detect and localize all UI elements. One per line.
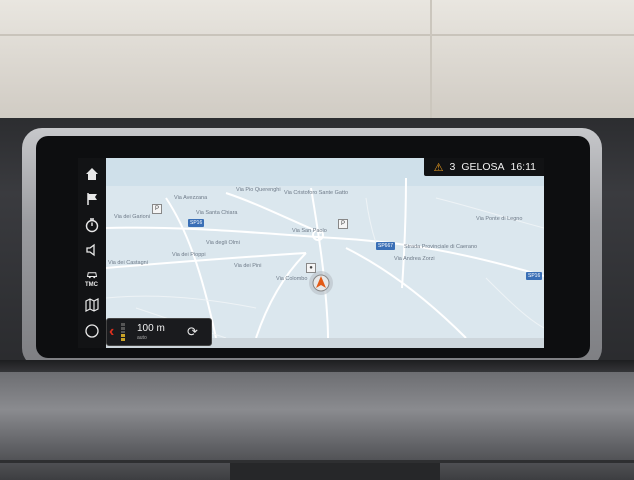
road-shield: SP667	[376, 242, 396, 250]
parking-icon: P	[338, 219, 348, 229]
map-street-label: Via dei Pini	[234, 263, 262, 269]
wall-seam	[430, 0, 432, 125]
map-view[interactable]: Via Avezzana Via Pio Querenghi Via Crist…	[106, 158, 544, 338]
map-icon[interactable]	[82, 295, 102, 315]
timer-icon[interactable]	[82, 215, 102, 235]
navigation-screen: TMC Via Avezzana Via Pio Querenghi Via C…	[78, 158, 544, 348]
parking-icon: P	[152, 204, 162, 214]
road-shield: SP16	[526, 272, 543, 280]
map-street-label: Via Pio Querenghi	[236, 187, 281, 193]
dashboard-vent	[230, 463, 440, 480]
map-sync-icon[interactable]: ⟳	[187, 324, 198, 340]
wall-seam	[0, 34, 634, 36]
tmc-label: TMC	[85, 282, 98, 288]
map-street-label: Via Colombo	[276, 276, 308, 282]
voice-volume-icon[interactable]	[82, 240, 102, 260]
warning-icon[interactable]: ⚠	[434, 161, 444, 174]
compass-icon[interactable]	[82, 321, 102, 341]
map-street-label: Via dei Garioni	[114, 214, 150, 220]
tmc-traffic-icon[interactable]: TMC	[82, 265, 102, 288]
map-roads	[106, 158, 544, 338]
background-wall	[0, 0, 634, 125]
map-street-label: Via Ponte di Legno	[476, 216, 523, 222]
map-street-label: Via Avezzana	[174, 195, 208, 201]
road-shield: SP16	[188, 219, 205, 227]
map-street-label: Via dei Castagni	[108, 260, 148, 266]
dealer-icon: ●	[306, 263, 316, 273]
map-street-label: Via Santa Chiara	[196, 210, 238, 216]
map-street-label: Via Cristoforo Sante Gatto	[284, 190, 349, 196]
home-icon[interactable]	[82, 164, 102, 184]
sidebar: TMC	[78, 158, 106, 348]
zoom-level-indicator	[121, 323, 125, 341]
map-street-label: Via degli Olmi	[206, 240, 240, 246]
alert-count: 3	[449, 161, 456, 173]
destination-flag-icon[interactable]	[82, 189, 102, 209]
scale-panel[interactable]: ‹ 100 m auto ⟳	[106, 318, 212, 346]
map-street-label: Via Andrea Zorzi	[394, 256, 435, 262]
map-street-label: Strada Provinciale di Caerano	[404, 244, 478, 250]
status-bar: ⚠ 3 GELOSA 16:11	[423, 158, 544, 176]
chevron-left-icon[interactable]: ‹	[109, 323, 114, 341]
scale-mode: auto	[137, 335, 147, 341]
scale-value: 100 m	[137, 323, 165, 334]
current-street: GELOSA	[461, 161, 505, 173]
clock: 16:11	[510, 161, 537, 173]
map-street-label: Via San Paolo	[292, 228, 327, 234]
map-street-label: Via dei Pioppi	[172, 252, 206, 258]
